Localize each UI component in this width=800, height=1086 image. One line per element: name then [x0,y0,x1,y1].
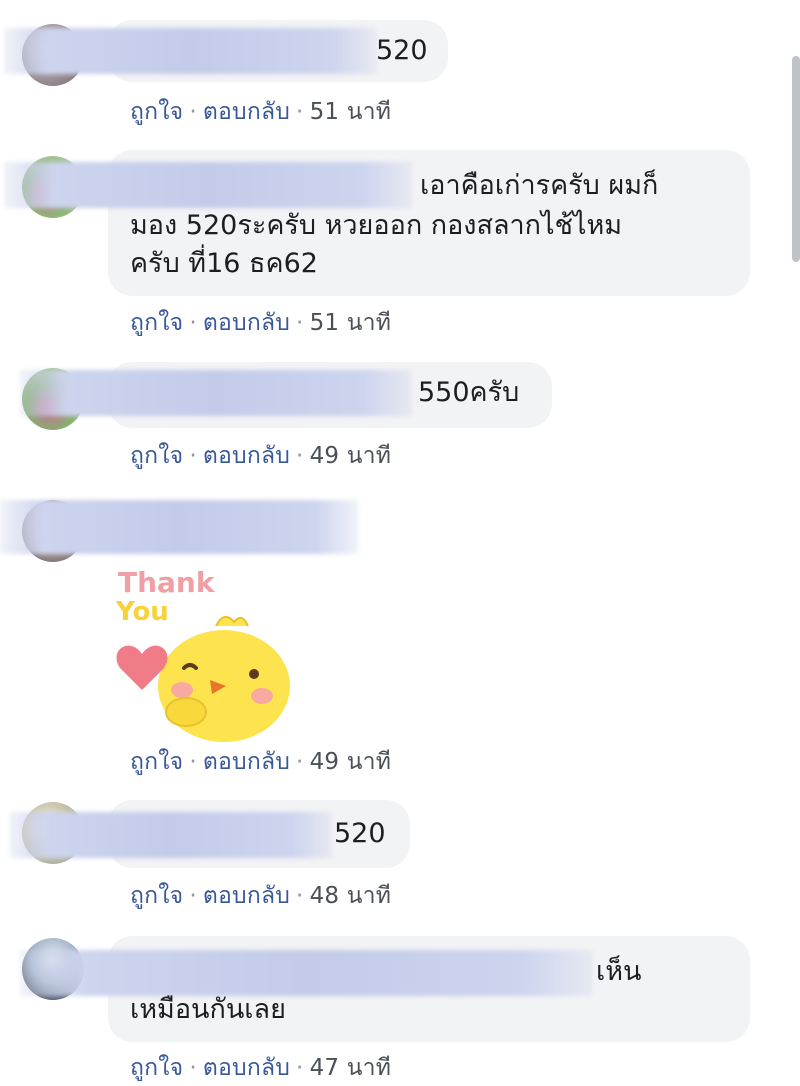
thank-you-sticker[interactable]: Thank You [112,562,300,742]
author-name-redacted[interactable] [20,370,412,416]
timestamp[interactable]: 51 นาที [310,99,392,125]
like-link[interactable]: ถูกใจ [130,310,183,336]
sticker-text-thank: Thank [118,566,216,599]
separator-dot: · [296,1055,304,1081]
comment-actions: ถูกใจ · ตอบกลับ · 49 นาที [130,744,391,780]
comment-text: 520 [376,35,428,66]
timestamp[interactable]: 51 นาที [310,310,392,336]
comment-text-line: เห็น [596,956,642,987]
like-link[interactable]: ถูกใจ [130,443,183,469]
author-name-redacted[interactable] [10,812,332,858]
author-name-redacted[interactable] [4,162,412,208]
comment-actions: ถูกใจ · ตอบกลับ · 47 นาที [130,1050,391,1086]
comment-actions: ถูกใจ · ตอบกลับ · 49 นาที [130,438,391,474]
sticker-text-you: You [115,597,169,627]
reply-link[interactable]: ตอบกลับ [203,443,290,469]
reply-link[interactable]: ตอบกลับ [203,749,290,775]
author-name-redacted[interactable] [4,28,376,74]
author-name-redacted[interactable] [20,950,592,996]
separator-dot: · [189,749,197,775]
separator-dot: · [296,883,304,909]
chick-cheek-left [171,682,193,698]
reply-link[interactable]: ตอบกลับ [203,99,290,125]
comment-text: 520 [334,818,386,849]
separator-dot: · [189,443,197,469]
reply-link[interactable]: ตอบกลับ [203,1055,290,1081]
like-link[interactable]: ถูกใจ [130,99,183,125]
chick-wing [165,697,207,727]
separator-dot: · [189,99,197,125]
separator-dot: · [296,443,304,469]
separator-dot: · [296,749,304,775]
timestamp[interactable]: 48 นาที [310,883,392,909]
comment-text-line: มอง 520ระครับ หวยออก กองสลากไช้ไหม [130,210,623,241]
page-scrollbar[interactable] [792,56,800,262]
reply-link[interactable]: ตอบกลับ [203,883,290,909]
like-link[interactable]: ถูกใจ [130,749,183,775]
comment-actions: ถูกใจ · ตอบกลับ · 51 นาที [130,94,391,130]
comment-text-line: เหมือนกันเลย [130,994,286,1025]
separator-dot: · [189,1055,197,1081]
like-link[interactable]: ถูกใจ [130,883,183,909]
timestamp[interactable]: 49 นาที [310,749,392,775]
timestamp[interactable]: 49 นาที [310,443,392,469]
like-link[interactable]: ถูกใจ [130,1055,183,1081]
chick-eye-right [249,669,259,679]
comment-text-line: เอาคือเก่ารครับ ผมก็ [420,170,659,201]
comment-actions: ถูกใจ · ตอบกลับ · 48 นาที [130,878,391,914]
author-name-redacted[interactable] [0,500,358,554]
separator-dot: · [189,883,197,909]
separator-dot: · [189,310,197,336]
separator-dot: · [296,310,304,336]
chick-tuft [215,615,249,627]
comment-actions: ถูกใจ · ตอบกลับ · 51 นาที [130,305,391,341]
comment-text: 550ครับ [418,377,520,408]
separator-dot: · [296,99,304,125]
timestamp[interactable]: 47 นาที [310,1055,392,1081]
chick-cheek-right [251,688,273,704]
comment-text-line: ครับ ที่16 ธค62 [130,248,318,279]
reply-link[interactable]: ตอบกลับ [203,310,290,336]
